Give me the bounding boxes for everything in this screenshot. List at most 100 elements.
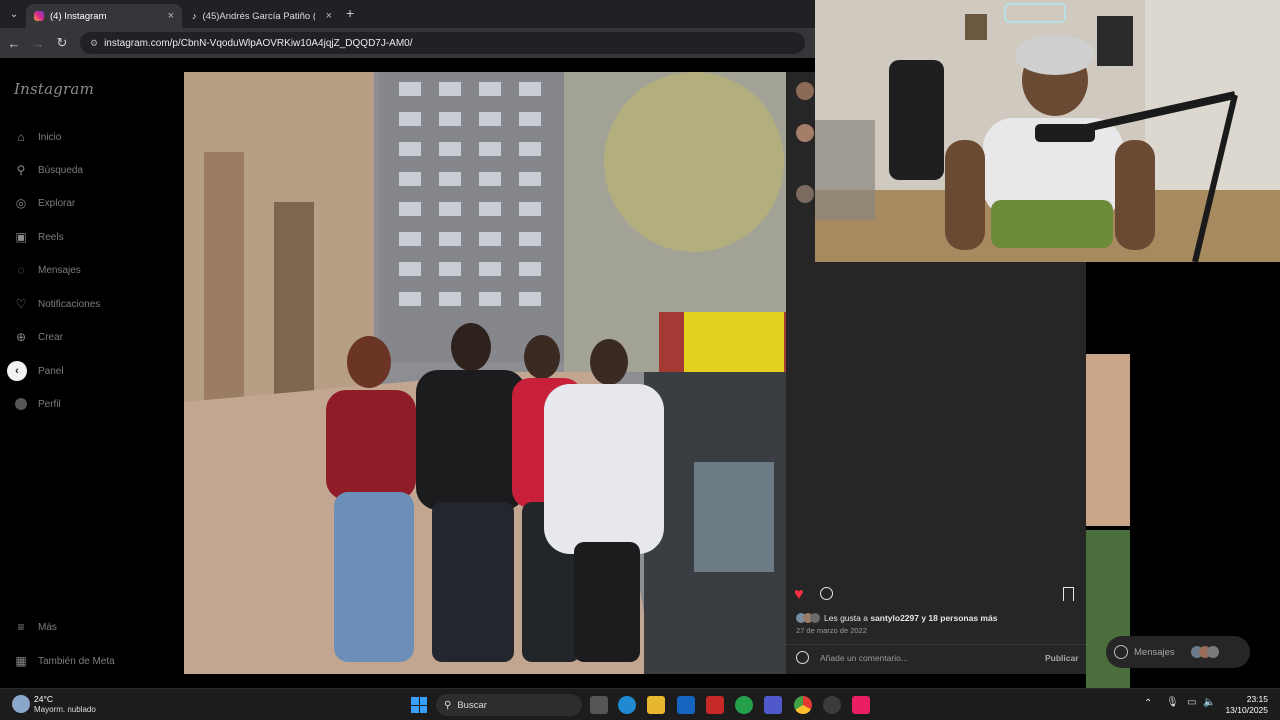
meta-grid-icon: ▦ <box>15 654 27 668</box>
weather-icon[interactable] <box>12 695 30 713</box>
sidebar-item-crear[interactable]: ⊕ Crear <box>14 330 63 344</box>
thumbnail-image <box>1086 354 1130 526</box>
file-explorer-icon[interactable] <box>647 696 665 714</box>
sidebar-item-label: Inicio <box>38 131 62 143</box>
search-label: Buscar <box>457 699 487 711</box>
reels-icon: ▣ <box>15 230 27 244</box>
bookmark-icon[interactable] <box>1063 587 1074 601</box>
url-text: instagram.com/p/CbnN-VqoduWlpAOVRKiw10A4… <box>104 37 413 49</box>
windows-start-icon[interactable] <box>411 697 427 713</box>
close-icon[interactable]: × <box>168 10 174 22</box>
instagram-logo[interactable]: Instagram <box>14 80 94 98</box>
sidebar-item-mensajes[interactable]: ◌ Mensajes <box>14 263 81 277</box>
instagram-favicon-icon <box>34 11 44 21</box>
messenger-icon: ◌ <box>17 263 25 277</box>
tab-search-icon[interactable]: ⌄ <box>2 2 26 26</box>
sidebar-item-perfil[interactable]: Perfil <box>14 397 61 411</box>
mail-icon[interactable] <box>706 696 724 714</box>
tab-tiktok[interactable]: ♪ (45)Andrés García Patiño (@and × <box>184 4 340 28</box>
likes-prefix: Les gusta a <box>824 613 871 623</box>
search-icon: ⚲ <box>444 699 452 711</box>
xbox-icon[interactable] <box>735 696 753 714</box>
heart-icon: ♡ <box>15 297 27 311</box>
publish-button[interactable]: Publicar <box>1045 653 1079 663</box>
comment-avatar[interactable] <box>796 185 814 203</box>
avatar-icon <box>14 397 28 411</box>
comment-icon[interactable] <box>820 587 833 600</box>
url-field[interactable]: ⚙ instagram.com/p/CbnN-VqoduWlpAOVRKiw10… <box>80 32 805 54</box>
plus-icon: ⊕ <box>15 330 27 344</box>
network-icon[interactable]: ▭ <box>1187 697 1196 708</box>
tiktok-icon[interactable] <box>852 696 870 714</box>
comment-avatar[interactable] <box>796 82 814 100</box>
sidebar-item-label: Reels <box>38 231 64 243</box>
street-photo-image <box>184 72 786 674</box>
sidebar-item-label: También de Meta <box>38 655 115 667</box>
sidebar-item-label: Notificaciones <box>38 298 101 310</box>
new-tab-button[interactable]: + <box>346 5 354 21</box>
sidebar-item-label: Explorar <box>38 197 76 209</box>
site-info-icon[interactable]: ⚙ <box>90 38 98 49</box>
tab-label: (4) Instagram <box>50 10 107 22</box>
sidebar-item-meta[interactable]: ▦ También de Meta <box>14 654 115 668</box>
compass-icon: ◎ <box>15 196 27 210</box>
emoji-icon[interactable] <box>796 651 809 664</box>
sidebar-item-explorar[interactable]: ◎ Explorar <box>14 196 76 210</box>
back-arrow-icon[interactable]: ← <box>2 31 26 55</box>
obs-icon[interactable] <box>823 696 841 714</box>
instagram-sidebar: Instagram ⌂ Inicio ⚲ Búsqueda ◎ Explorar… <box>0 58 184 688</box>
chrome-icon[interactable] <box>794 696 812 714</box>
comment-input[interactable]: Añade un comentario... <box>820 653 908 663</box>
sidebar-item-label: Panel <box>38 365 64 377</box>
messages-pill[interactable]: Mensajes <box>1106 636 1250 668</box>
sidebar-item-label: Búsqueda <box>38 164 84 176</box>
teams-icon[interactable] <box>764 696 782 714</box>
messages-pill-label: Mensajes <box>1134 646 1175 658</box>
sidebar-item-notificaciones[interactable]: ♡ Notificaciones <box>14 297 101 311</box>
comment-avatar[interactable] <box>796 124 814 142</box>
like-heart-icon[interactable]: ♥ <box>794 586 804 604</box>
sidebar-item-busqueda[interactable]: ⚲ Búsqueda <box>14 163 83 177</box>
edge-icon[interactable] <box>618 696 636 714</box>
previous-post-button[interactable]: ‹ <box>7 361 27 381</box>
sidebar-item-reels[interactable]: ▣ Reels <box>14 230 64 244</box>
likes-username[interactable]: santylo2297 <box>870 613 919 623</box>
clock-time[interactable]: 23:15 <box>1226 694 1268 704</box>
search-icon: ⚲ <box>16 163 26 177</box>
taskbar-search-input[interactable]: ⚲ Buscar <box>436 694 582 716</box>
chevron-up-icon[interactable]: ⌃ <box>1144 698 1152 709</box>
forward-arrow-icon[interactable]: → <box>26 31 50 55</box>
menu-icon: ≡ <box>17 620 25 634</box>
liker-avatars <box>796 613 820 623</box>
reload-icon[interactable]: ↻ <box>50 31 74 55</box>
sidebar-item-inicio[interactable]: ⌂ Inicio <box>14 130 61 144</box>
tab-instagram[interactable]: (4) Instagram × <box>26 4 182 28</box>
home-icon: ⌂ <box>17 130 25 144</box>
divider <box>786 644 1086 645</box>
clock-date[interactable]: 13/10/2025 <box>1216 705 1268 715</box>
task-view-icon[interactable] <box>590 696 608 714</box>
sidebar-item-label: Mensajes <box>38 264 81 276</box>
browser-tab-bar: ⌄ (4) Instagram × ♪ (45)Andrés García Pa… <box>0 0 815 28</box>
message-avatars <box>1190 646 1219 658</box>
webcam-feed-image <box>815 0 1280 262</box>
weather-temp[interactable]: 24°C <box>34 694 53 704</box>
sidebar-item-mas[interactable]: ≡ Más <box>14 620 57 634</box>
sidebar-item-label: Crear <box>38 331 64 343</box>
background-area: Mensajes <box>1086 262 1280 688</box>
outlook-icon[interactable] <box>677 696 695 714</box>
chevron-left-icon: ‹ <box>15 365 19 377</box>
post-photo[interactable] <box>184 72 786 674</box>
likes-others[interactable]: y 18 personas más <box>919 613 997 623</box>
messenger-icon <box>1114 645 1128 659</box>
close-icon[interactable]: × <box>326 10 332 22</box>
weather-desc[interactable]: Mayorm. nublado <box>34 705 96 714</box>
sidebar-item-label: Perfil <box>38 398 61 410</box>
sidebar-item-label: Más <box>38 621 57 633</box>
volume-icon[interactable]: 🔈 <box>1203 697 1215 708</box>
likes-summary: Les gusta a santylo2297 y 18 personas má… <box>796 613 997 623</box>
post-date: 27 de marzo de 2022 <box>796 626 867 635</box>
tiktok-favicon-icon: ♪ <box>192 11 197 21</box>
tab-label: (45)Andrés García Patiño (@and <box>202 10 315 22</box>
microphone-icon[interactable]: 🎙 <box>1166 697 1179 708</box>
